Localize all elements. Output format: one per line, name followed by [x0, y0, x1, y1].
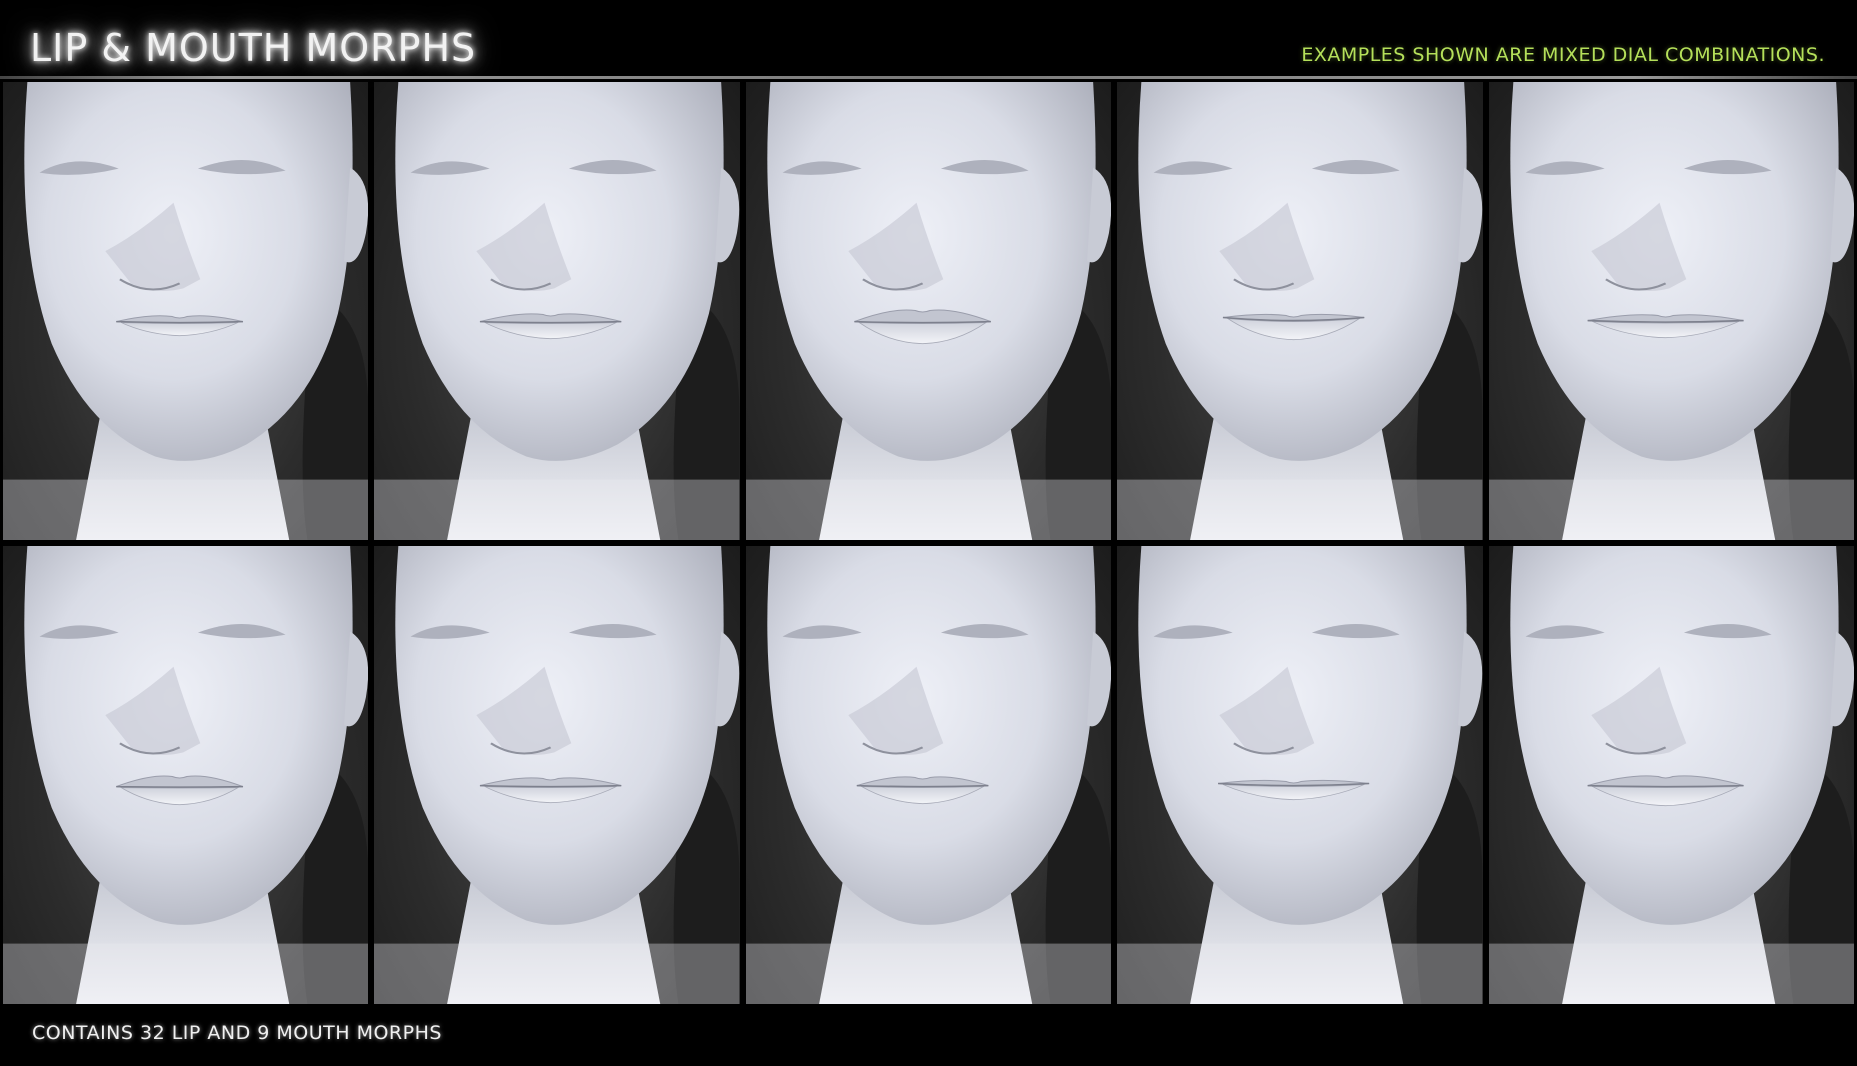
combination-note: EXAMPLES SHOWN ARE MIXED DIAL COMBINATIO…: [1301, 44, 1825, 66]
face-render-panel: [1117, 82, 1483, 540]
face-render-panel: [3, 82, 369, 540]
morph-grid: [3, 82, 1854, 1004]
face-render-panel: [1488, 546, 1854, 1004]
morph-count-caption: CONTAINS 32 LIP AND 9 MOUTH MORPHS: [32, 1022, 442, 1044]
face-render-panel: [374, 546, 740, 1004]
header-divider: [0, 76, 1857, 79]
face-render-panel: [745, 546, 1112, 1004]
face-render-panel: [745, 82, 1112, 540]
face-render-panel: [1488, 82, 1854, 540]
face-render-panel: [374, 82, 740, 540]
face-render-panel: [1117, 546, 1483, 1004]
page-title: Lip & Mouth Morphs: [30, 26, 477, 70]
face-render-panel: [3, 546, 369, 1004]
